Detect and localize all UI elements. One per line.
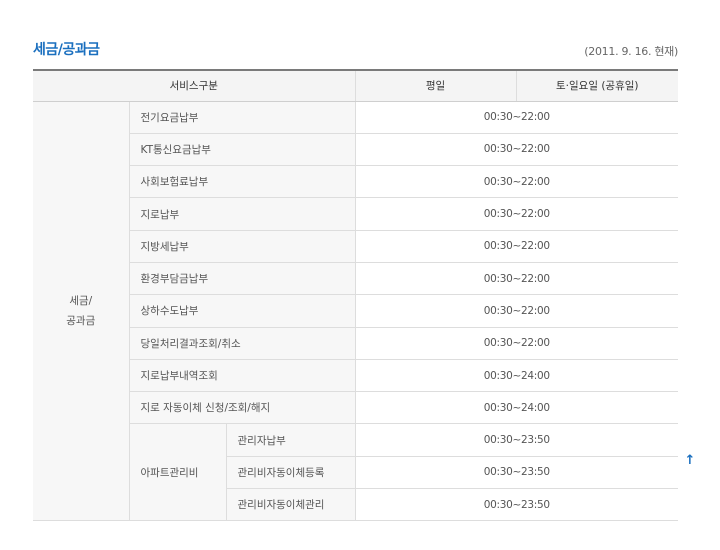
- service-hours-table: 서비스구분 평일 토·일요일 (공휴일) 세금/ 공과금 전기요금납부 00:3…: [33, 69, 679, 522]
- page-title: 세금/공과금: [33, 42, 100, 58]
- service-name: 관리자납부: [225, 423, 356, 457]
- column-header-weekend: 토·일요일 (공휴일): [515, 70, 679, 102]
- category-label-line2: 공과금: [66, 314, 96, 327]
- as-of-date: (2011. 9. 16. 현재): [584, 45, 678, 58]
- service-hours: 00:30~22:00: [354, 230, 679, 263]
- category-cell: 세금/ 공과금: [33, 101, 129, 522]
- apartment-group-name: 아파트관리비: [128, 423, 226, 522]
- service-name: 지방세납부: [128, 230, 356, 263]
- service-hours: 00:30~22:00: [354, 197, 679, 231]
- service-name: 관리비자동이체등록: [225, 456, 356, 490]
- service-name: 관리비자동이체관리: [225, 488, 356, 522]
- service-name: KT통신요금납부: [128, 133, 356, 167]
- table-row: 지로 자동이체 신청/조회/해지 00:30~24:00: [33, 391, 679, 425]
- table-row: 세금/ 공과금 전기요금납부 00:30~22:00: [33, 101, 679, 522]
- service-name: 상하수도납부: [128, 294, 356, 328]
- table-row: 상하수도납부 00:30~22:00: [33, 294, 679, 328]
- table-row: 지방세납부 00:30~22:00: [33, 230, 679, 263]
- service-name: 지로 자동이체 신청/조회/해지: [128, 391, 356, 425]
- service-name: 당일처리결과조회/취소: [128, 327, 356, 360]
- service-hours: 00:30~22:00: [354, 133, 679, 167]
- category-label-line1: 세금/: [69, 294, 93, 307]
- column-header-service: 서비스구분: [33, 70, 356, 102]
- arrow-up-icon[interactable]: ↑: [683, 454, 697, 468]
- column-header-weekday: 평일: [354, 70, 517, 102]
- table-row: 아파트관리비 관리자납부 00:30~23:50: [33, 423, 679, 522]
- service-hours: 00:30~22:00: [354, 262, 679, 296]
- service-hours: 00:30~23:50: [354, 488, 679, 522]
- service-name: 전기요금납부: [128, 101, 356, 134]
- service-name: 사회보험료납부: [128, 165, 356, 199]
- table-row: 환경부담금납부 00:30~22:00: [33, 262, 679, 296]
- service-hours: 00:30~23:50: [354, 423, 679, 457]
- service-hours: 00:30~23:50: [354, 456, 679, 490]
- table-header-row: 서비스구분 평일 토·일요일 (공휴일): [33, 70, 679, 102]
- service-hours: 00:30~24:00: [354, 359, 679, 393]
- table-row: 지로납부 00:30~22:00: [33, 197, 679, 231]
- service-hours: 00:30~24:00: [354, 391, 679, 425]
- service-name: 지로납부: [128, 197, 356, 231]
- service-name: 환경부담금납부: [128, 262, 356, 296]
- service-name: 지로납부내역조회: [128, 359, 356, 393]
- table-row: KT통신요금납부 00:30~22:00: [33, 133, 679, 167]
- service-hours: 00:30~22:00: [354, 101, 679, 134]
- table-row: 지로납부내역조회 00:30~24:00: [33, 359, 679, 393]
- service-hours: 00:30~22:00: [354, 294, 679, 328]
- service-hours: 00:30~22:00: [354, 165, 679, 199]
- service-hours: 00:30~22:00: [354, 327, 679, 360]
- table-row: 사회보험료납부 00:30~22:00: [33, 165, 679, 199]
- table-row: 당일처리결과조회/취소 00:30~22:00: [33, 327, 679, 360]
